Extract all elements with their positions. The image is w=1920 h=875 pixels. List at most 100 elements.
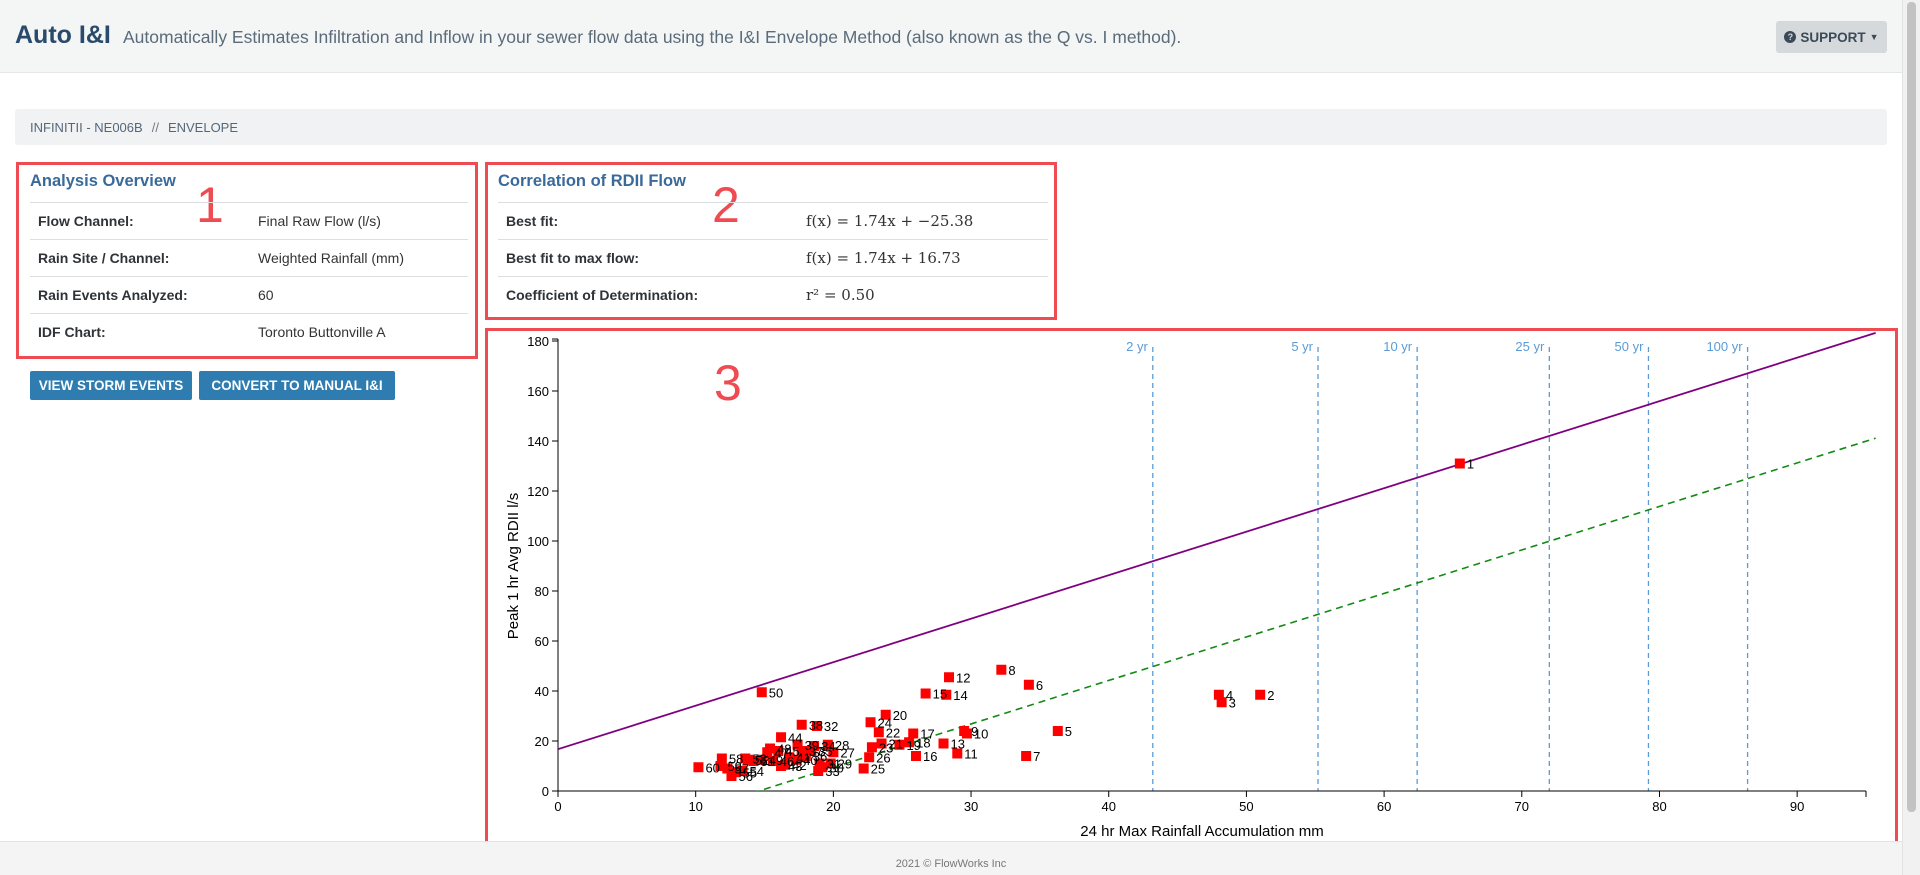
row-label: IDF Chart: <box>30 313 250 351</box>
data-point-label: 26 <box>876 750 890 765</box>
data-point-label: 50 <box>769 685 783 700</box>
question-circle-icon: ? <box>1784 31 1797 43</box>
data-point-label: 8 <box>1008 663 1015 678</box>
table-row: Best fit to max flow: f(x) = 1.74x + 16.… <box>498 239 1048 277</box>
r-squared-value: r² = 0.50 <box>798 276 1048 314</box>
data-point-marker <box>858 763 869 774</box>
rdii-scatter-chart: 2 yr 5 yr 10 yr 25 yr 50 yr 100 yr02040608010… <box>505 332 1876 840</box>
y-tick-label: 160 <box>527 384 549 399</box>
data-point-marker <box>864 752 875 763</box>
data-point-marker <box>1213 689 1224 700</box>
breadcrumb-separator: // <box>151 119 159 135</box>
convert-to-manual-button[interactable]: CONVERT TO MANUAL I&I <box>199 371 395 400</box>
row-value: Weighted Rainfall (mm) <box>250 239 468 277</box>
data-point-marker <box>693 762 704 773</box>
data-point-label: 10 <box>974 727 988 742</box>
data-point-label: 38 <box>809 718 823 733</box>
x-tick-label: 60 <box>1377 799 1391 814</box>
data-point-marker <box>1052 726 1063 736</box>
row-value: 60 <box>250 276 468 314</box>
footer-copyright: 2021 © FlowWorks Inc <box>895 857 1007 870</box>
data-point-label: 24 <box>878 715 892 730</box>
table-row: Rain Site / Channel: Weighted Rainfall (… <box>30 239 468 277</box>
data-point-marker <box>1255 689 1266 700</box>
data-point-marker <box>1454 458 1465 469</box>
breadcrumb-site[interactable]: INFINITII - NE006B <box>30 120 143 135</box>
data-point-label: 4 <box>1226 688 1233 703</box>
view-storm-events-button[interactable]: VIEW STORM EVENTS <box>30 371 192 400</box>
data-point-label: 33 <box>825 764 839 779</box>
y-tick-label: 180 <box>527 334 549 349</box>
vertical-scrollbar[interactable] <box>1902 0 1920 875</box>
x-axis-label: 24 hr Max Rainfall Accumulation mm <box>1080 823 1323 840</box>
data-point-label: 60 <box>705 760 719 775</box>
row-label: Rain Site / Channel: <box>30 239 250 277</box>
y-axis-label: Peak 1 hr Avg RDII l/s <box>505 493 522 639</box>
data-point-label: 12 <box>956 670 970 685</box>
row-value: Final Raw Flow (l/s) <box>250 202 468 240</box>
app-brand[interactable]: Auto I&I <box>15 21 111 50</box>
row-label: Coefficient of Determination: <box>498 276 798 314</box>
x-tick-label: 50 <box>1239 799 1253 814</box>
data-point-label: 28 <box>835 738 849 753</box>
y-tick-label: 40 <box>535 684 549 699</box>
data-point-marker <box>1023 679 1034 690</box>
data-point-marker <box>756 687 767 698</box>
top-navbar: Auto I&I Automatically Estimates Infiltr… <box>0 0 1902 73</box>
table-row: Coefficient of Determination: r² = 0.50 <box>498 276 1048 314</box>
data-point-marker <box>796 719 807 730</box>
data-point-label: 7 <box>1033 749 1040 764</box>
data-point-marker <box>938 738 949 749</box>
x-tick-label: 40 <box>1102 799 1116 814</box>
return-period-label: 50 yr <box>1615 339 1645 354</box>
row-label: Flow Channel: <box>30 202 250 240</box>
analysis-overview-table: Flow Channel: Final Raw Flow (l/s) Rain … <box>30 202 468 351</box>
caret-down-icon: ▼ <box>1869 32 1879 42</box>
app-tagline: Automatically Estimates Infiltration and… <box>123 27 1182 47</box>
data-point-label: 20 <box>893 708 907 723</box>
return-period-label: 100 yr <box>1706 339 1743 354</box>
data-point-label: 14 <box>953 688 967 703</box>
y-tick-label: 80 <box>535 584 549 599</box>
return-period-label: 2 yr <box>1126 339 1148 354</box>
footer: 2021 © FlowWorks Inc <box>0 841 1902 875</box>
y-tick-label: 60 <box>535 634 549 649</box>
table-row: Rain Events Analyzed: 60 <box>30 276 468 314</box>
x-tick-label: 90 <box>1790 799 1804 814</box>
row-value: Toronto Buttonville A <box>250 313 468 351</box>
x-tick-label: 30 <box>964 799 978 814</box>
data-point-label: 32 <box>824 719 838 734</box>
data-point-label: 15 <box>933 687 947 702</box>
table-row: IDF Chart: Toronto Buttonville A <box>30 313 468 351</box>
best-fit-max-flow-line <box>558 332 1876 751</box>
data-point-label: 59 <box>727 759 741 774</box>
data-point-label: 6 <box>1036 678 1043 693</box>
data-point-label: 11 <box>964 747 978 762</box>
y-tick-label: 120 <box>527 484 549 499</box>
table-row: Flow Channel: Final Raw Flow (l/s) <box>30 202 468 240</box>
y-tick-label: 100 <box>527 534 549 549</box>
return-period-label: 5 yr <box>1291 339 1313 354</box>
data-point-label: 13 <box>951 737 965 752</box>
support-dropdown-button[interactable]: ? SUPPORT ▼ <box>1776 21 1887 53</box>
data-point-marker <box>865 717 876 728</box>
row-label: Rain Events Analyzed: <box>30 276 250 314</box>
x-tick-label: 0 <box>554 799 561 814</box>
return-period-label: 10 yr <box>1383 339 1413 354</box>
row-label: Best fit: <box>498 202 798 240</box>
x-tick-label: 70 <box>1515 799 1529 814</box>
breadcrumb-page: ENVELOPE <box>167 119 239 135</box>
correlation-title: Correlation of RDII Flow <box>498 172 686 190</box>
data-point-marker <box>996 664 1007 675</box>
scrollbar-thumb[interactable] <box>1907 2 1916 812</box>
y-tick-label: 20 <box>535 734 549 749</box>
analysis-overview-title: Analysis Overview <box>30 172 176 190</box>
row-label: Best fit to max flow: <box>498 239 798 277</box>
data-point-label: 2 <box>1267 688 1274 703</box>
breadcrumb: INFINITII - NE006B // ENVELOPE <box>15 109 1887 145</box>
data-point-marker <box>920 688 931 699</box>
support-label: SUPPORT <box>1800 29 1866 45</box>
data-point-label: 5 <box>1065 724 1072 739</box>
table-row: Best fit: f(x) = 1.74x + −25.38 <box>498 202 1048 240</box>
correlation-table: Best fit: f(x) = 1.74x + −25.38 Best fit… <box>498 202 1048 314</box>
